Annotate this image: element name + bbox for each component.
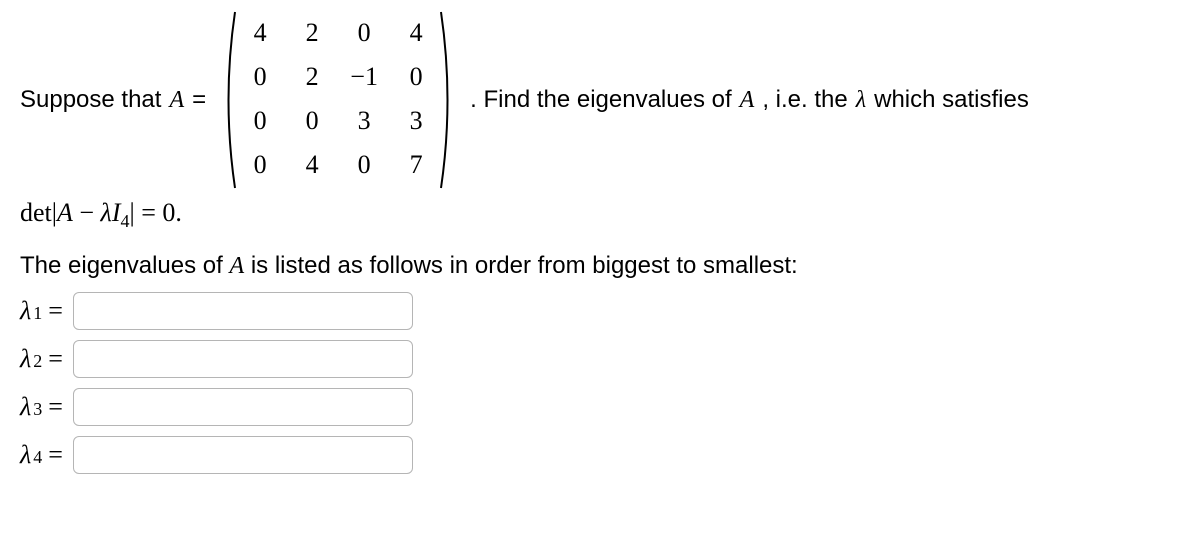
det-lambda: λ [101, 198, 112, 227]
lambda2-row: λ2= [20, 340, 1180, 378]
problem-prefix: Suppose that [20, 86, 161, 114]
matrix-cell: 4 [246, 18, 274, 50]
instruction-text: The eigenvalues of A is listed as follow… [20, 252, 1180, 280]
matrix-cell: 2 [298, 18, 326, 50]
lambda1-input[interactable] [73, 292, 413, 330]
matrix-cell: 3 [402, 106, 430, 138]
lambda1-row: λ1= [20, 292, 1180, 330]
matrix-variable: A [169, 87, 184, 114]
matrix-cell: 2 [298, 62, 326, 94]
determinant-equation: det|A − λI4| = 0. [20, 198, 1180, 232]
lambda2-input[interactable] [73, 340, 413, 378]
matrix-cell: 0 [298, 106, 326, 138]
instruction-part2: is listed as follows in order from bigge… [244, 252, 798, 279]
instruction-var: A [229, 253, 244, 279]
instruction-part1: The eigenvalues of [20, 252, 229, 279]
lambda3-row: λ3= [20, 388, 1180, 426]
right-paren-icon [438, 10, 456, 190]
matrix-cell: 4 [402, 18, 430, 50]
matrix-cell: 0 [402, 62, 430, 94]
det-A: A [57, 198, 73, 227]
matrix-cell: 3 [350, 106, 378, 138]
lambda4-label: λ4= [20, 440, 63, 470]
matrix-cell: 7 [402, 150, 430, 182]
problem-suffix-var: A [740, 87, 755, 114]
matrix-cell: 0 [350, 150, 378, 182]
matrix-cell: 4 [298, 150, 326, 182]
lambda-symbol: λ [856, 87, 866, 114]
det-text: det [20, 198, 52, 227]
matrix-cell: 0 [246, 150, 274, 182]
lambda3-input[interactable] [73, 388, 413, 426]
equals-sign: = [192, 86, 206, 114]
lambda4-input[interactable] [73, 436, 413, 474]
lambda4-row: λ4= [20, 436, 1180, 474]
lambda3-label: λ3= [20, 392, 63, 422]
matrix-cell: 0 [246, 106, 274, 138]
matrix-cell: 0 [350, 18, 378, 50]
problem-suffix-1: . Find the eigenvalues of [470, 86, 732, 114]
matrix-A: 4 2 0 4 0 2 −1 0 0 0 3 3 0 4 0 7 [220, 10, 456, 190]
problem-suffix-3: which satisfies [874, 86, 1029, 114]
lambda1-label: λ1= [20, 296, 63, 326]
problem-statement: Suppose that A = 4 2 0 4 0 2 −1 0 0 0 3 … [20, 10, 1180, 190]
matrix-grid: 4 2 0 4 0 2 −1 0 0 0 3 3 0 4 0 7 [238, 10, 438, 190]
left-paren-icon [220, 10, 238, 190]
problem-suffix-2: , i.e. the [762, 86, 847, 114]
det-minus: − [73, 198, 101, 227]
matrix-cell: −1 [350, 62, 378, 94]
matrix-cell: 0 [246, 62, 274, 94]
det-eq0: = 0. [135, 198, 182, 227]
lambda2-label: λ2= [20, 344, 63, 374]
